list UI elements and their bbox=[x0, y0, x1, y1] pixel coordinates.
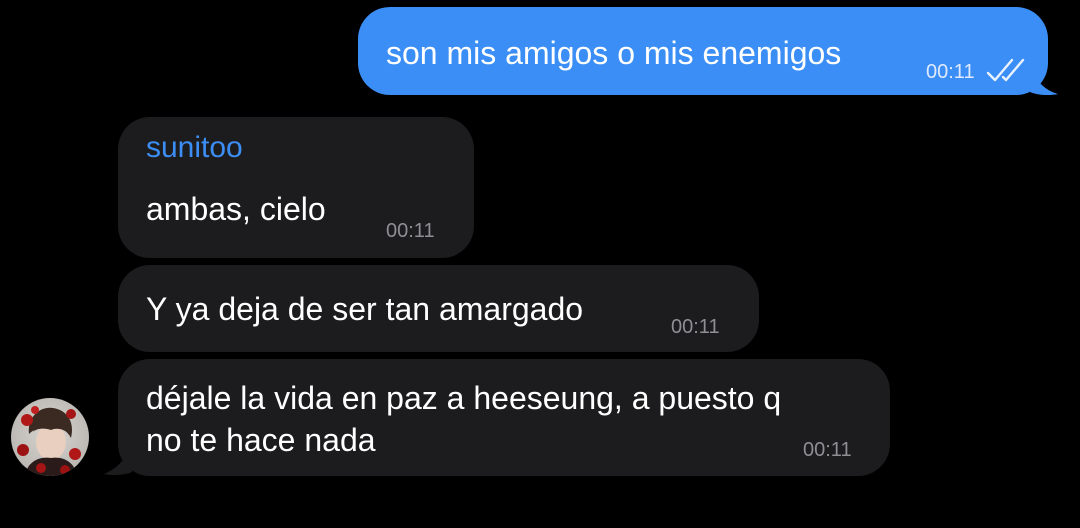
message-timestamp: 00:11 bbox=[803, 439, 852, 461]
incoming-message-bubble[interactable]: sunitoo ambas, cielo 00:11 bbox=[118, 117, 474, 258]
sender-name[interactable]: sunitoo bbox=[146, 131, 243, 165]
message-timestamp: 00:11 bbox=[926, 61, 975, 83]
outgoing-bubble-tail bbox=[1030, 62, 1058, 96]
message-timestamp: 00:11 bbox=[386, 220, 435, 242]
message-timestamp: 00:11 bbox=[671, 316, 720, 338]
message-text-line-2: no te hace nada bbox=[146, 422, 376, 458]
incoming-bubble-tail bbox=[104, 440, 132, 476]
incoming-message-bubble[interactable]: Y ya deja de ser tan amargado 00:11 bbox=[118, 265, 759, 352]
message-text: Y ya deja de ser tan amargado bbox=[146, 291, 584, 327]
message-text: son mis amigos o mis enemigos bbox=[386, 35, 842, 71]
double-check-icon bbox=[986, 58, 1025, 82]
message-text-line-1: déjale la vida en paz a heeseung, a pues… bbox=[146, 380, 782, 416]
sender-avatar[interactable] bbox=[11, 398, 89, 476]
outgoing-message-bubble[interactable]: son mis amigos o mis enemigos 00:11 bbox=[358, 7, 1048, 95]
message-text: ambas, cielo bbox=[146, 191, 326, 227]
avatar-image-icon bbox=[11, 398, 89, 476]
incoming-message-bubble[interactable]: déjale la vida en paz a heeseung, a pues… bbox=[118, 359, 890, 476]
